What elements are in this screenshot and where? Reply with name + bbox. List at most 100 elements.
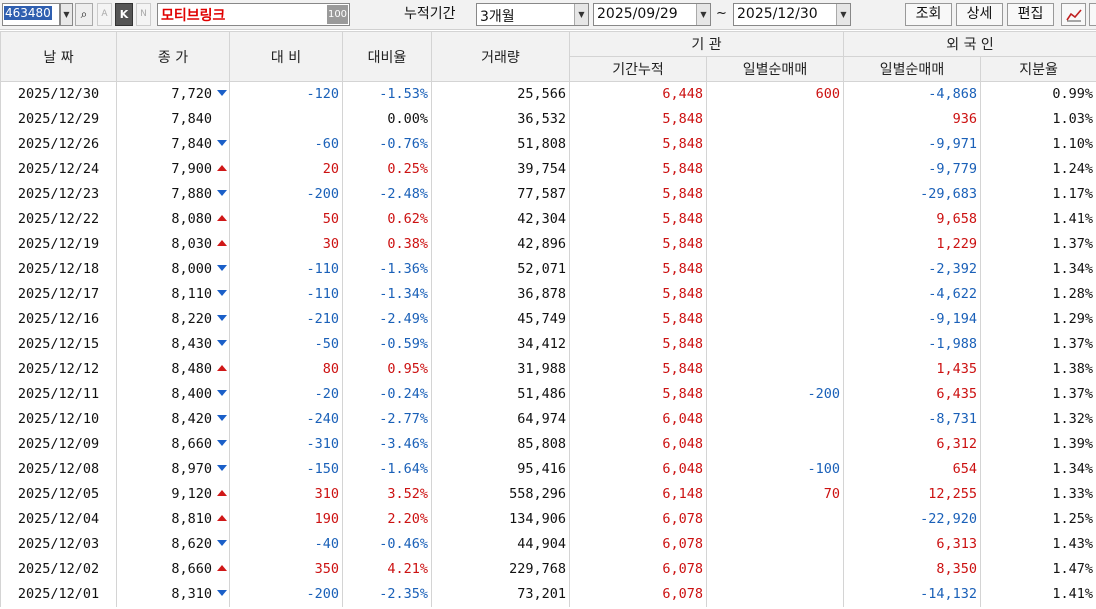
market-k-button[interactable]: K [115, 3, 133, 26]
table-row[interactable]: 2025/12/16 8,220 -210 -2.49% 45,749 5,848 -9,1… [0, 306, 1096, 332]
triangle-up-icon [217, 365, 227, 371]
cell-foreign-daily: 1,435 [843, 356, 981, 382]
cell-foreign-daily: -22,920 [843, 506, 981, 532]
cell-inst-cumulative: 6,448 [569, 81, 707, 107]
col-header-inst-daily[interactable]: 일별순매매 [706, 56, 844, 82]
cell-close-value: 8,660 [171, 436, 212, 452]
table-row[interactable]: 2025/12/08 8,970 -150 -1.64% 95,416 6,048 -100… [0, 456, 1096, 482]
cell-close-value: 7,840 [171, 111, 212, 127]
table-row[interactable]: 2025/12/22 8,080 50 0.62% 42,304 5,848 9,658 1.… [0, 206, 1096, 232]
cell-close: 8,220 [116, 306, 230, 332]
chevron-down-icon[interactable]: ▼ [696, 4, 710, 25]
table-row[interactable]: 2025/12/09 8,660 -310 -3.46% 85,808 6,048 6,31… [0, 431, 1096, 457]
cell-inst-daily [706, 331, 844, 357]
cell-foreign-ratio: 1.24% [979, 156, 1096, 182]
cell-close: 8,970 [116, 456, 230, 482]
table-row[interactable]: 2025/12/10 8,420 -240 -2.77% 64,974 6,048 -8,7… [0, 406, 1096, 432]
cell-inst-cumulative: 5,848 [569, 281, 707, 307]
cell-inst-cumulative: 5,848 [569, 181, 707, 207]
cell-inst-daily [706, 206, 844, 232]
market-n-button[interactable]: N [136, 3, 151, 26]
table-row[interactable]: 2025/12/23 7,880 -200 -2.48% 77,587 5,848 -29,… [0, 181, 1096, 207]
detail-button[interactable]: 상세 [956, 3, 1003, 26]
end-date-value: 2025/12/30 [737, 6, 818, 22]
stock-code-dropdown-icon[interactable]: ▼ [60, 3, 73, 26]
cell-volume: 42,304 [431, 206, 570, 232]
col-header-volume[interactable]: 거래량 [431, 31, 570, 82]
more-button[interactable] [1089, 3, 1096, 26]
table-row[interactable]: 2025/12/19 8,030 30 0.38% 42,896 5,848 1,229 1.… [0, 231, 1096, 257]
table-row[interactable]: 2025/12/29 7,840 0.00% 36,532 5,848 936 1.03% [0, 106, 1096, 132]
cell-foreign-daily: -9,971 [843, 131, 981, 157]
table-row[interactable]: 2025/12/02 8,660 350 4.21% 229,768 6,078 8,350… [0, 556, 1096, 582]
cell-inst-daily [706, 306, 844, 332]
cell-volume: 36,532 [431, 106, 570, 132]
market-a-button[interactable]: A [97, 3, 112, 26]
cell-date: 2025/12/01 [0, 581, 117, 607]
cell-inst-daily [706, 181, 844, 207]
cell-close: 8,310 [116, 581, 230, 607]
cell-date: 2025/12/11 [0, 381, 117, 407]
table-row[interactable]: 2025/12/24 7,900 20 0.25% 39,754 5,848 -9,779 1… [0, 156, 1096, 182]
cell-foreign-ratio: 1.38% [979, 356, 1096, 382]
col-header-foreign-daily[interactable]: 일별순매매 [843, 56, 981, 82]
cell-volume: 25,566 [431, 81, 570, 107]
cell-inst-cumulative: 6,048 [569, 406, 707, 432]
toolbar: 463480 ▼ ⌕ A K N 모티브링크 100 누적기간 3개월 ▼ 20… [0, 0, 1096, 30]
stock-code-input[interactable]: 463480 [2, 3, 60, 26]
cell-volume: 134,906 [431, 506, 570, 532]
col-header-close[interactable]: 종 가 [116, 31, 230, 82]
period-select[interactable]: 3개월 ▼ [476, 3, 589, 26]
triangle-down-icon [217, 265, 227, 271]
table-row[interactable]: 2025/12/30 7,720 -120 -1.53% 25,566 6,448 600-… [0, 81, 1096, 107]
table-row[interactable]: 2025/12/05 9,120 310 3.52% 558,296 6,148 70 12,… [0, 481, 1096, 507]
cell-inst-daily [706, 581, 844, 607]
stock-name-field[interactable]: 모티브링크 100 [157, 3, 350, 26]
start-date-picker[interactable]: 2025/09/29 ▼ [593, 3, 711, 26]
cell-inst-daily [706, 431, 844, 457]
cell-change: -200 [229, 581, 343, 607]
cell-inst-cumulative: 5,848 [569, 231, 707, 257]
cell-foreign-daily: 9,658 [843, 206, 981, 232]
col-header-inst-cumulative[interactable]: 기간누적 [569, 56, 707, 82]
table-row[interactable]: 2025/12/01 8,310 -200 -2.35% 73,201 6,078 -14,… [0, 581, 1096, 607]
cell-change-rate: -0.46% [342, 531, 432, 557]
cell-inst-cumulative: 5,848 [569, 306, 707, 332]
cell-close-value: 7,900 [171, 161, 212, 177]
table-row[interactable]: 2025/12/12 8,480 80 0.95% 31,988 5,848 1,435 1.… [0, 356, 1096, 382]
col-header-date[interactable]: 날 짜 [0, 31, 117, 82]
cell-close-value: 8,310 [171, 586, 212, 602]
stock-code-value: 463480 [4, 6, 52, 20]
col-header-change[interactable]: 대 비 [229, 31, 343, 82]
search-icon[interactable]: ⌕ [75, 3, 93, 26]
cell-foreign-ratio: 1.32% [979, 406, 1096, 432]
stock-name-extra-badge[interactable]: 100 [327, 5, 348, 24]
table-row[interactable]: 2025/12/03 8,620 -40 -0.46% 44,904 6,078 6,313… [0, 531, 1096, 557]
chevron-down-icon[interactable]: ▼ [574, 4, 588, 25]
chart-icon[interactable] [1061, 3, 1086, 26]
cell-volume: 73,201 [431, 581, 570, 607]
chevron-down-icon[interactable]: ▼ [836, 4, 850, 25]
cell-change-rate: -1.53% [342, 81, 432, 107]
cell-close-value: 8,030 [171, 236, 212, 252]
end-date-picker[interactable]: 2025/12/30 ▼ [733, 3, 851, 26]
cell-date: 2025/12/30 [0, 81, 117, 107]
triangle-up-icon [217, 240, 227, 246]
col-header-foreign-ratio[interactable]: 지분율 [979, 56, 1096, 82]
table-row[interactable]: 2025/12/17 8,110 -110 -1.34% 36,878 5,848 -4,6… [0, 281, 1096, 307]
group-header-foreign: 외 국 인 [842, 31, 1096, 57]
table-row[interactable]: 2025/12/26 7,840 -60 -0.76% 51,808 5,848 -9,97… [0, 131, 1096, 157]
triangle-down-icon [217, 465, 227, 471]
table-row[interactable]: 2025/12/18 8,000 -110 -1.36% 52,071 5,848 -2,3… [0, 256, 1096, 282]
table-row[interactable]: 2025/12/11 8,400 -20 -0.24% 51,486 5,848 -200 6… [0, 381, 1096, 407]
table-row[interactable]: 2025/12/04 8,810 190 2.20% 134,906 6,078 -22,9… [0, 506, 1096, 532]
cell-close: 8,420 [116, 406, 230, 432]
cell-foreign-daily: 1,229 [843, 231, 981, 257]
cell-change-rate: 4.21% [342, 556, 432, 582]
start-date-value: 2025/09/29 [597, 6, 678, 22]
query-button[interactable]: 조회 [905, 3, 952, 26]
edit-button[interactable]: 편집 [1007, 3, 1054, 26]
table-row[interactable]: 2025/12/15 8,430 -50 -0.59% 34,412 5,848 -1,98… [0, 331, 1096, 357]
col-header-change-rate[interactable]: 대비율 [342, 31, 432, 82]
cell-foreign-ratio: 1.03% [979, 106, 1096, 132]
